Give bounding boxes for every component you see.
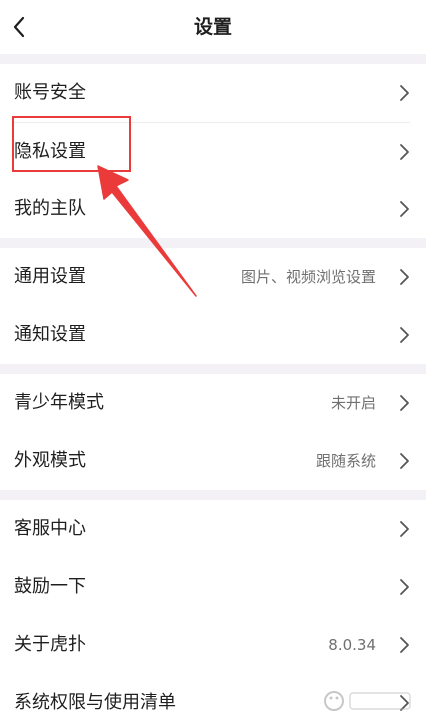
chevron-right-icon — [400, 453, 409, 469]
row-label: 账号安全 — [14, 82, 86, 103]
row-label: 我的主队 — [14, 198, 86, 219]
row-label: 通用设置 — [14, 266, 86, 287]
row-label: 外观模式 — [14, 450, 86, 471]
settings-row-encourage[interactable]: 鼓励一下 — [0, 558, 426, 616]
settings-screen: 设置 账号安全 隐私设置 我的主队 通用设置 图片、视频浏览设置 通知设置 青少… — [0, 0, 426, 725]
chevron-right-icon — [400, 579, 409, 595]
chevron-right-icon — [400, 327, 409, 343]
settings-row-privacy[interactable]: 隐私设置 — [0, 123, 426, 181]
settings-row-account-security[interactable]: 账号安全 — [0, 64, 426, 122]
nav-header: 设置 — [0, 0, 426, 54]
chevron-right-icon — [400, 521, 409, 537]
row-label: 青少年模式 — [14, 392, 104, 413]
settings-row-about[interactable]: 关于虎扑 8.0.34 — [0, 616, 426, 674]
section-gap — [0, 490, 426, 500]
section-gap — [0, 364, 426, 374]
row-label: 关于虎扑 — [14, 634, 86, 655]
settings-row-notifications[interactable]: 通知设置 — [0, 306, 426, 364]
row-label: 隐私设置 — [14, 141, 86, 162]
row-value: 跟随系统 — [315, 452, 376, 470]
row-label: 鼓励一下 — [14, 576, 86, 597]
chevron-right-icon — [400, 144, 409, 160]
section-gap — [0, 54, 426, 64]
chevron-right-icon — [400, 85, 409, 101]
row-label: 客服中心 — [14, 518, 86, 539]
row-value: 8.0.34 — [328, 636, 376, 654]
chevron-right-icon — [400, 269, 409, 285]
page-title: 设置 — [193, 16, 232, 38]
settings-row-teen-mode[interactable]: 青少年模式 未开启 — [0, 374, 426, 432]
section-gap — [0, 238, 426, 248]
settings-row-customer-service[interactable]: 客服中心 — [0, 500, 426, 558]
chevron-right-icon — [400, 395, 409, 411]
settings-row-appearance[interactable]: 外观模式 跟随系统 — [0, 432, 426, 490]
row-label: 通知设置 — [14, 324, 86, 345]
row-label: 系统权限与使用清单 — [14, 692, 176, 713]
row-value: 未开启 — [330, 394, 376, 412]
chevron-right-icon — [400, 201, 409, 217]
chevron-right-icon — [400, 637, 409, 653]
row-value: 图片、视频浏览设置 — [240, 268, 376, 286]
watermark-logo — [324, 691, 411, 711]
settings-row-home-team[interactable]: 我的主队 — [0, 180, 426, 238]
settings-row-general[interactable]: 通用设置 图片、视频浏览设置 — [0, 248, 426, 306]
